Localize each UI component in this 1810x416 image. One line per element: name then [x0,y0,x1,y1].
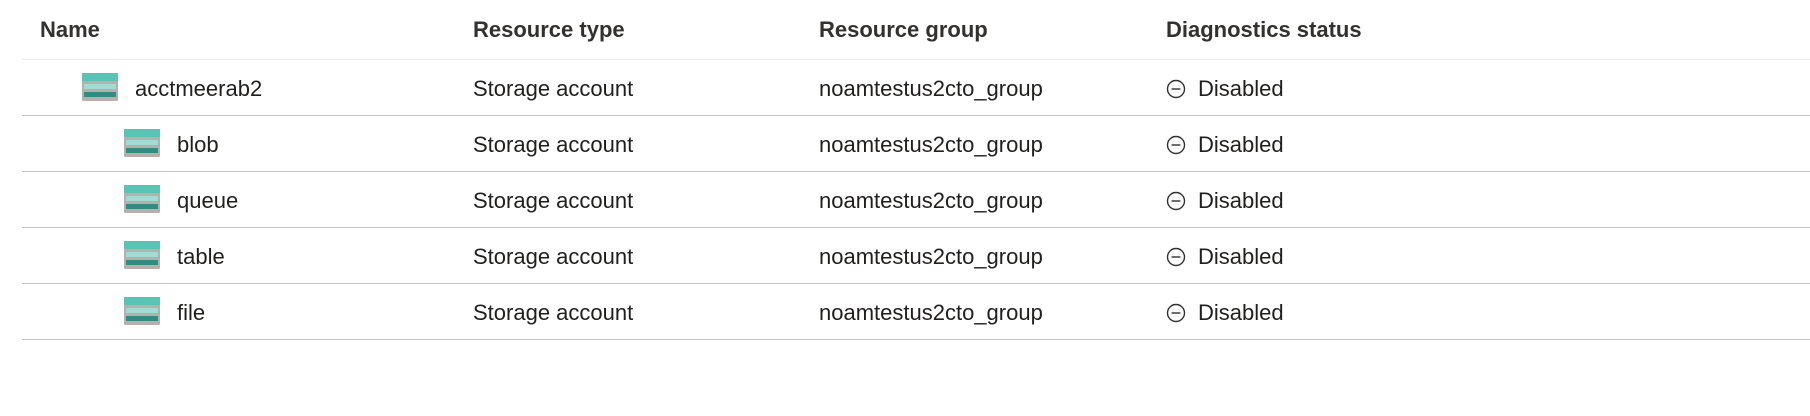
storage-account-icon [124,297,160,325]
resource-group: noamtestus2cto_group [819,188,1043,213]
diagnostics-status: Disabled [1166,243,1284,271]
column-header-diagnostics-status[interactable]: Diagnostics status [1166,17,1362,43]
table-header: Name Resource type Resource group Diagno… [22,0,1810,60]
diagnostics-status: Disabled [1166,75,1284,103]
storage-account-icon [124,185,160,213]
storage-account-icon [82,73,118,101]
status-label: Disabled [1198,300,1284,325]
diagnostics-status: Disabled [1166,299,1284,327]
table-row[interactable]: acctmeerab2 Storage account noamtestus2cto… [22,60,1810,116]
disabled-circle-minus-icon [1166,303,1186,323]
resource-type: Storage account [473,132,634,157]
resource-name[interactable]: table [177,243,225,271]
column-header-resource-group[interactable]: Resource group [819,17,988,43]
table-row[interactable]: file Storage account noamtestus2cto_group D… [22,284,1810,340]
table-row[interactable]: table Storage account noamtestus2cto_group… [22,228,1810,284]
status-label: Disabled [1198,76,1284,101]
diagnostics-status: Disabled [1166,187,1284,215]
storage-account-icon [124,241,160,269]
resource-type: Storage account [473,300,634,325]
resource-name[interactable]: file [177,299,205,327]
resource-group: noamtestus2cto_group [819,244,1043,269]
table-row[interactable]: blob Storage account noamtestus2cto_group D… [22,116,1810,172]
status-label: Disabled [1198,188,1284,213]
disabled-circle-minus-icon [1166,135,1186,155]
status-label: Disabled [1198,244,1284,269]
table-row[interactable]: queue Storage account noamtestus2cto_group… [22,172,1810,228]
resources-table: Name Resource type Resource group Diagno… [22,0,1810,340]
diagnostics-status: Disabled [1166,131,1284,159]
resource-group: noamtestus2cto_group [819,132,1043,157]
table-body: acctmeerab2 Storage account noamtestus2cto… [22,60,1810,340]
resource-type: Storage account [473,188,634,213]
storage-account-icon [124,129,160,157]
disabled-circle-minus-icon [1166,191,1186,211]
resource-group: noamtestus2cto_group [819,300,1043,325]
resource-group: noamtestus2cto_group [819,76,1043,101]
column-header-resource-type[interactable]: Resource type [473,17,625,43]
resource-type: Storage account [473,244,634,269]
resource-name[interactable]: blob [177,131,219,159]
disabled-circle-minus-icon [1166,247,1186,267]
resource-name[interactable]: queue [177,187,238,215]
resource-name[interactable]: acctmeerab2 [135,75,262,103]
resource-type: Storage account [473,76,634,101]
disabled-circle-minus-icon [1166,79,1186,99]
column-header-name[interactable]: Name [40,17,100,43]
status-label: Disabled [1198,132,1284,157]
